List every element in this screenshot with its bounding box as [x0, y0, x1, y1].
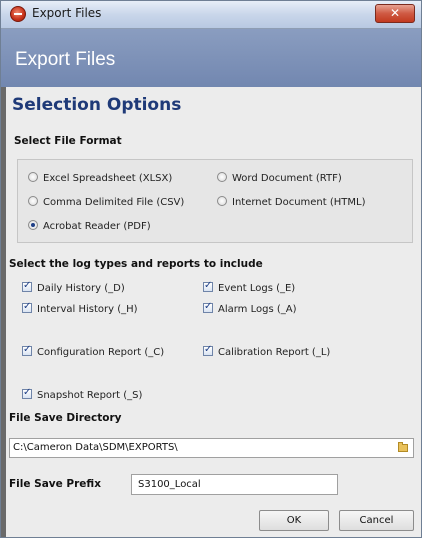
checkbox-label: Calibration Report (_L): [218, 347, 331, 358]
radio-label: Internet Document (HTML): [232, 197, 366, 208]
checkbox-label: Interval History (_H): [37, 304, 138, 315]
radio-format-xlsx[interactable]: Excel Spreadsheet (XLSX): [28, 172, 172, 184]
checkbox-indicator[interactable]: [22, 387, 32, 399]
cancel-button[interactable]: Cancel: [339, 510, 414, 531]
radio-label: Excel Spreadsheet (XLSX): [43, 173, 173, 184]
checkbox-calibration-report[interactable]: Calibration Report (_L): [203, 344, 331, 358]
checkbox-event-logs[interactable]: Event Logs (_E): [203, 280, 296, 294]
checkbox-indicator[interactable]: [203, 344, 213, 356]
checkbox-snapshot-report[interactable]: Snapshot Report (_S): [22, 387, 143, 401]
radio-indicator[interactable]: [217, 172, 227, 182]
checkbox-interval-history[interactable]: Interval History (_H): [22, 301, 138, 315]
checkbox-label: Daily History (_D): [37, 283, 125, 294]
save-prefix-label: File Save Prefix: [9, 478, 101, 490]
title-bar[interactable]: Export Files ✕: [1, 1, 421, 29]
file-format-group: Excel Spreadsheet (XLSX) Word Document (…: [17, 159, 413, 243]
header-title: Export Files: [15, 49, 116, 70]
checkbox-label: Alarm Logs (_A): [218, 304, 297, 315]
checkbox-label: Event Logs (_E): [218, 283, 296, 294]
radio-indicator[interactable]: [28, 172, 38, 182]
close-button[interactable]: ✕: [375, 4, 415, 23]
save-directory-value: C:\Cameron Data\SDM\EXPORTS\: [13, 442, 178, 453]
radio-indicator[interactable]: [28, 196, 38, 206]
export-files-dialog: Export Files ✕ Export Files Selection Op…: [0, 0, 422, 538]
checkbox-daily-history[interactable]: Daily History (_D): [22, 280, 125, 294]
window-title: Export Files: [32, 6, 102, 20]
save-prefix-input[interactable]: S3100_Local: [131, 474, 338, 495]
checkbox-indicator[interactable]: [22, 301, 32, 313]
dialog-header: Export Files: [1, 29, 421, 87]
radio-indicator[interactable]: [217, 196, 227, 206]
radio-format-pdf[interactable]: Acrobat Reader (PDF): [28, 220, 151, 232]
checkbox-label: Configuration Report (_C): [37, 347, 165, 358]
checkbox-configuration-report[interactable]: Configuration Report (_C): [22, 344, 165, 358]
window-left-edge: [1, 87, 6, 537]
save-directory-label: File Save Directory: [9, 412, 122, 424]
ok-button[interactable]: OK: [259, 510, 329, 531]
checkbox-alarm-logs[interactable]: Alarm Logs (_A): [203, 301, 297, 315]
checkbox-indicator[interactable]: [22, 280, 32, 292]
radio-label: Word Document (RTF): [232, 173, 342, 184]
checkbox-indicator[interactable]: [203, 280, 213, 292]
save-directory-field[interactable]: C:\Cameron Data\SDM\EXPORTS\: [9, 438, 414, 458]
radio-format-csv[interactable]: Comma Delimited File (CSV): [28, 196, 184, 208]
checkbox-indicator[interactable]: [22, 344, 32, 356]
file-format-label: Select File Format: [14, 135, 122, 147]
folder-browse-icon[interactable]: [398, 442, 408, 452]
dialog-content: Selection Options Select File Format Exc…: [1, 87, 421, 537]
radio-format-rtf[interactable]: Word Document (RTF): [217, 172, 342, 184]
checkbox-label: Snapshot Report (_S): [37, 390, 143, 401]
radio-label: Acrobat Reader (PDF): [43, 221, 151, 232]
checkbox-indicator[interactable]: [203, 301, 213, 313]
save-prefix-value: S3100_Local: [138, 479, 201, 490]
selection-options-heading: Selection Options: [12, 95, 182, 115]
radio-format-html[interactable]: Internet Document (HTML): [217, 196, 366, 208]
radio-indicator-selected[interactable]: [28, 220, 38, 230]
app-logo-icon: [10, 6, 26, 22]
log-types-label: Select the log types and reports to incl…: [9, 258, 263, 270]
radio-label: Comma Delimited File (CSV): [43, 197, 185, 208]
